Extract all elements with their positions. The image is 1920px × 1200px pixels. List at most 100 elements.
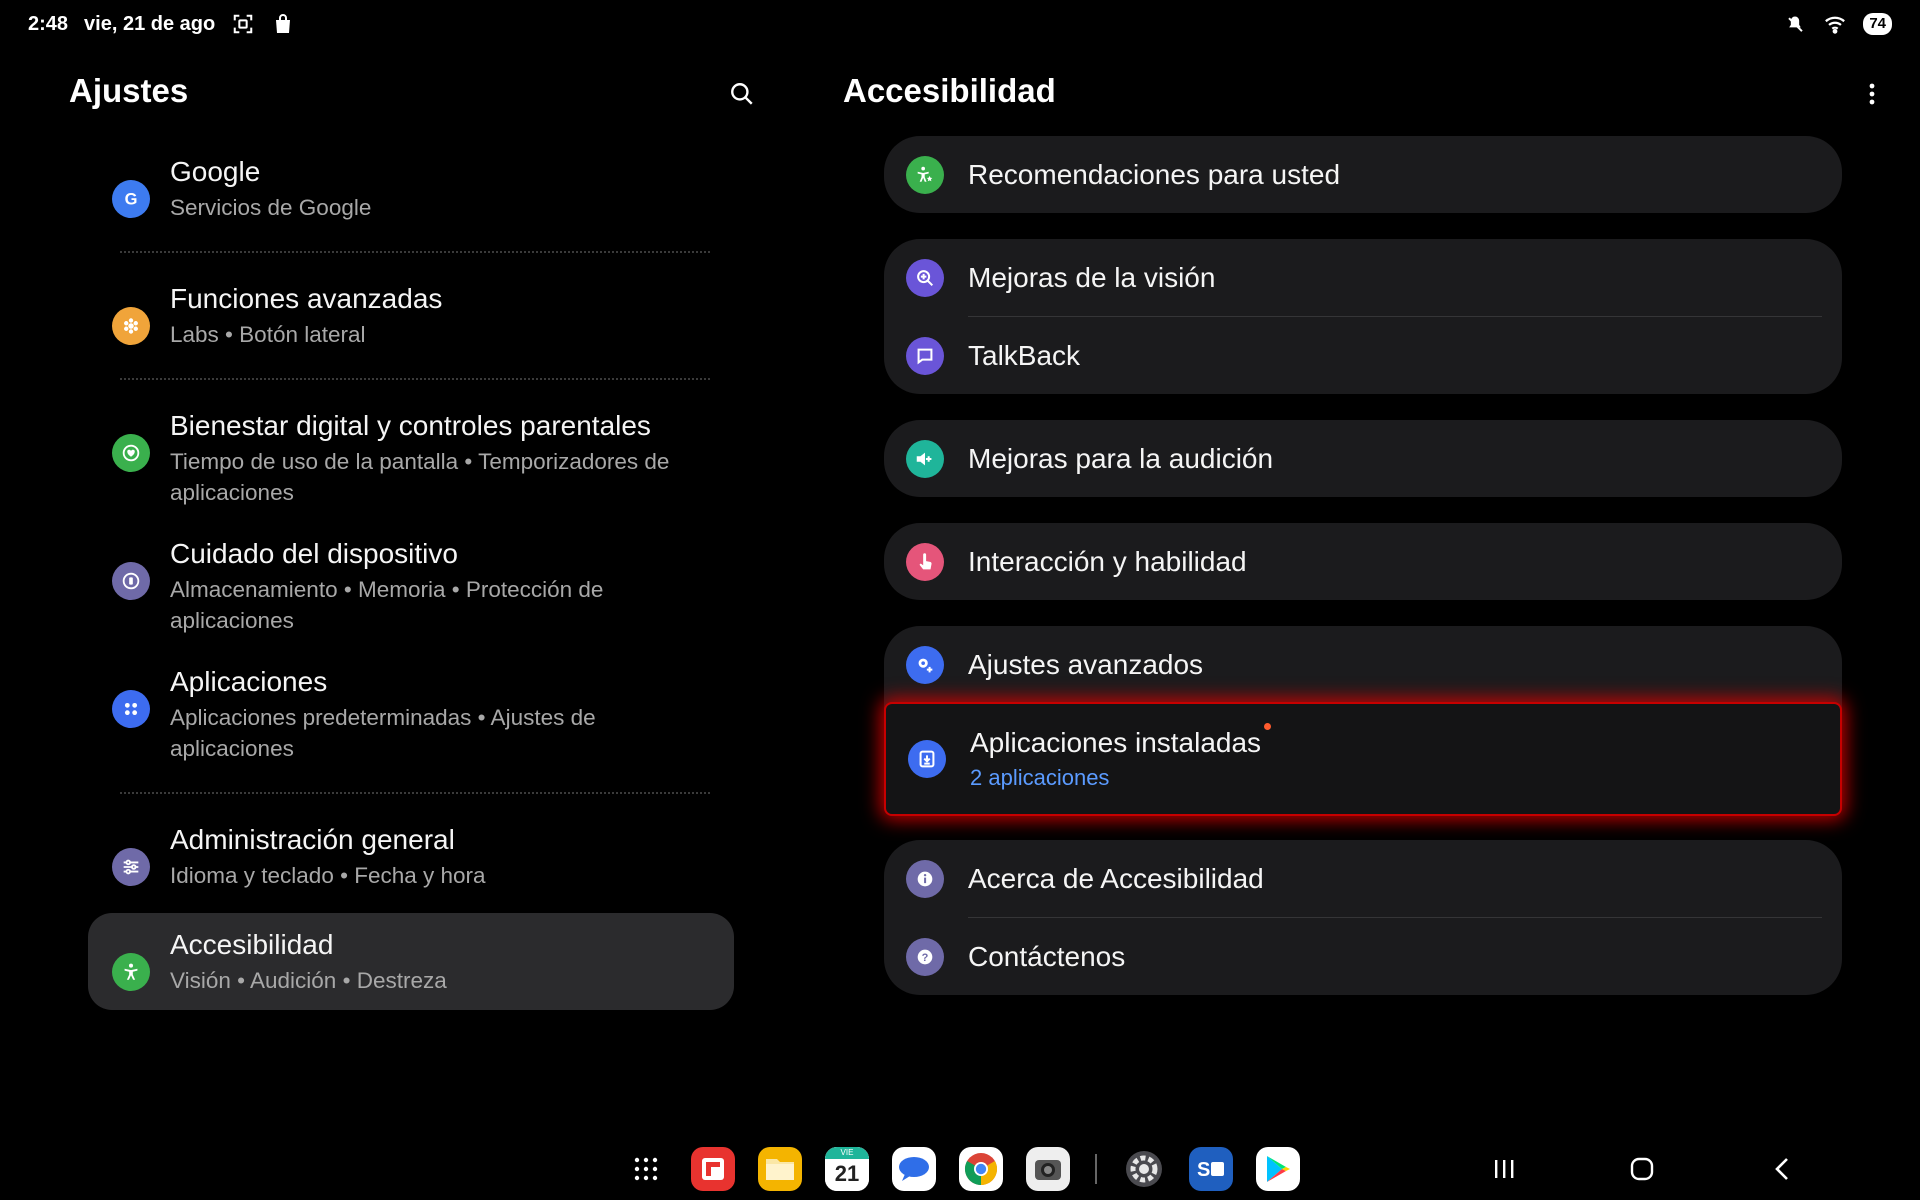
card-hearing: Mejoras para la audición <box>884 420 1842 497</box>
apps-icon <box>112 690 150 728</box>
more-vert-icon <box>1869 83 1875 105</box>
item-title: Contáctenos <box>968 940 1126 972</box>
svg-text:?: ? <box>922 952 929 964</box>
settings-item-apps[interactable]: Aplicaciones Aplicaciones predeterminada… <box>88 650 734 778</box>
taskbar: VIE 21 S <box>624 1144 1300 1194</box>
item-subtitle: 2 aplicaciones <box>970 765 1110 790</box>
taskbar-separator <box>1095 1154 1097 1184</box>
item-title: Cuidado del dispositivo <box>170 538 458 569</box>
camera-icon <box>1035 1160 1061 1180</box>
settings-app[interactable] <box>1122 1147 1166 1191</box>
settings-title: Ajustes <box>69 72 189 109</box>
divider <box>120 251 710 253</box>
settings-item-digital-wellbeing[interactable]: Bienestar digital y controles parentales… <box>88 394 734 522</box>
item-title: Bienestar digital y controles parentales <box>170 410 651 441</box>
recents-button[interactable] <box>1474 1148 1534 1190</box>
camera-app[interactable] <box>1026 1147 1070 1191</box>
item-title: Google <box>170 156 261 187</box>
interaction-icon <box>906 542 944 581</box>
item-advanced-settings[interactable]: Ajustes avanzados <box>884 626 1842 703</box>
flipboard-icon <box>702 1158 724 1180</box>
advanced-settings-icon <box>906 645 944 684</box>
item-title: Funciones avanzadas <box>170 283 443 314</box>
home-icon <box>1630 1157 1654 1181</box>
item-subtitle: Servicios de Google <box>170 195 372 220</box>
card-about: Acerca de Accesibilidad ? Contáctenos <box>884 840 1842 995</box>
settings-list: G Google Servicios de Google Funciones a… <box>88 140 734 1010</box>
digital-wellbeing-icon <box>112 434 150 472</box>
divider <box>120 792 710 794</box>
svg-text:G: G <box>125 191 138 209</box>
advanced-features-icon <box>112 307 150 345</box>
search-icon <box>731 83 753 105</box>
calendar-app[interactable]: VIE 21 <box>825 1147 869 1191</box>
messages-app[interactable] <box>892 1147 936 1191</box>
my-files-icon <box>766 1159 794 1180</box>
settings-item-google[interactable]: G Google Servicios de Google <box>88 140 734 237</box>
general-management-icon <box>112 848 150 886</box>
item-subtitle: Tiempo de uso de la pantalla • Temporiza… <box>170 449 670 505</box>
mute-icon <box>1783 12 1807 36</box>
item-talkback[interactable]: TalkBack <box>884 317 1842 394</box>
item-subtitle: Idioma y teclado • Fecha y hora <box>170 863 486 888</box>
new-badge-dot <box>1264 723 1272 730</box>
highlight-frame: Aplicaciones instaladas 2 aplicaciones <box>886 704 1840 814</box>
app-drawer-icon <box>634 1157 658 1181</box>
item-title: Accesibilidad <box>170 929 334 960</box>
status-bar: 2:48 vie, 21 de ago 74 <box>0 0 1920 48</box>
my-files-app[interactable] <box>758 1147 802 1191</box>
wifi-icon <box>1823 12 1847 36</box>
clock: 2:48 <box>28 12 69 35</box>
item-title: Aplicaciones <box>170 666 328 697</box>
item-title: Acerca de Accesibilidad <box>968 862 1264 894</box>
smart-switch-app[interactable]: S <box>1189 1147 1233 1191</box>
recents-icon <box>1495 1160 1514 1178</box>
item-title: Aplicaciones instaladas <box>970 723 1272 761</box>
item-subtitle: Visión • Audición • Destreza <box>170 968 447 993</box>
app-drawer-button[interactable] <box>624 1147 668 1191</box>
talkback-icon <box>906 336 944 375</box>
item-title: Mejoras para la audición <box>968 442 1274 474</box>
divider <box>120 378 710 380</box>
search-button[interactable] <box>726 78 758 110</box>
about-icon <box>906 859 944 898</box>
chrome-icon <box>964 1153 998 1185</box>
back-button[interactable] <box>1752 1148 1812 1190</box>
settings-item-device-care[interactable]: Cuidado del dispositivo Almacenamiento •… <box>88 522 734 650</box>
item-title: Mejoras de la visión <box>968 261 1216 293</box>
item-recommendations[interactable]: Recomendaciones para usted <box>884 136 1842 213</box>
home-button[interactable] <box>1612 1148 1672 1190</box>
settings-item-general-management[interactable]: Administración general Idioma y teclado … <box>88 808 734 905</box>
item-title: Ajustes avanzados <box>968 648 1204 680</box>
item-vision[interactable]: Mejoras de la visión <box>884 239 1842 316</box>
card-advanced: Ajustes avanzados Aplicaciones instalada… <box>884 626 1842 814</box>
item-contact[interactable]: ? Contáctenos <box>884 918 1842 995</box>
item-subtitle: Labs • Botón lateral <box>170 322 366 347</box>
recommendations-icon <box>906 155 944 194</box>
more-options-button[interactable] <box>1858 80 1886 108</box>
item-title: TalkBack <box>968 339 1081 371</box>
device-care-icon <box>112 562 150 600</box>
chrome-app[interactable] <box>959 1147 1003 1191</box>
date: vie, 21 de ago <box>84 12 216 35</box>
item-title: Recomendaciones para usted <box>968 158 1341 190</box>
contact-icon: ? <box>906 937 944 976</box>
item-title: Administración general <box>170 824 455 855</box>
settings-item-accessibility[interactable]: Accesibilidad Visión • Audición • Destre… <box>88 913 734 1010</box>
item-interaction[interactable]: Interacción y habilidad <box>884 523 1842 600</box>
calendar-weekday: VIE <box>825 1147 869 1159</box>
settings-icon <box>1126 1151 1162 1187</box>
calendar-icon: VIE 21 <box>825 1147 869 1191</box>
item-hearing[interactable]: Mejoras para la audición <box>884 420 1842 497</box>
play-store-app[interactable] <box>1256 1147 1300 1191</box>
item-subtitle: Almacenamiento • Memoria • Protección de… <box>170 577 604 633</box>
settings-item-advanced-features[interactable]: Funciones avanzadas Labs • Botón lateral <box>88 267 734 364</box>
play-store-icon <box>1267 1156 1290 1182</box>
card-interaction: Interacción y habilidad <box>884 523 1842 600</box>
vision-icon <box>906 258 944 297</box>
card-vision: Mejoras de la visión TalkBack <box>884 239 1842 394</box>
flipboard-app[interactable] <box>691 1147 735 1191</box>
item-subtitle: Aplicaciones predeterminadas • Ajustes d… <box>170 705 596 761</box>
item-about[interactable]: Acerca de Accesibilidad <box>884 840 1842 917</box>
item-installed-apps[interactable]: Aplicaciones instaladas 2 aplicaciones <box>886 704 1840 814</box>
